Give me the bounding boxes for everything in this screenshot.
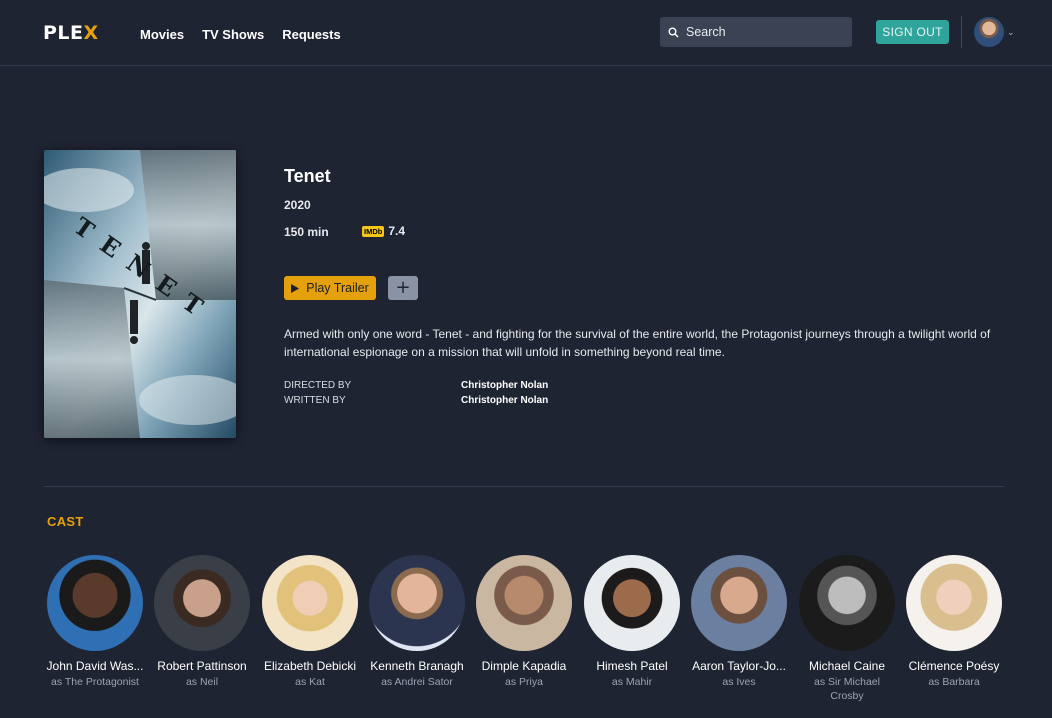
add-to-list-button[interactable]: + [388,276,418,300]
cast-member[interactable]: John David Was... as The Protagonist [44,555,146,689]
cast-photo[interactable] [154,555,250,651]
search-icon [668,27,679,37]
user-menu[interactable]: ⌄ [974,17,1015,47]
cast-role: as Kat [295,676,325,688]
cast-role: as Neil [185,676,219,688]
cast-photo[interactable] [906,555,1002,651]
movie-runtime: 150 min [284,225,329,239]
cast-name: Elizabeth Debicki [263,659,357,673]
cast-name: John David Was... [46,659,144,673]
cast-role: as Mahir [611,676,653,688]
cast-role: as Andrei Sator [381,676,453,688]
chevron-down-icon: ⌄ [1007,26,1015,37]
logo-text: PLE [43,22,84,44]
imdb-logo-icon: IMDb [362,225,385,237]
search-input[interactable] [686,25,846,39]
cast-photo[interactable] [584,555,680,651]
imdb-score: 7.4 [388,224,406,238]
cast-name: Kenneth Branagh [370,659,464,673]
top-navigation-bar: PLEX Movies TV Shows Requests SIGN OUT ⌄ [0,0,1052,66]
cast-name: Dimple Kapadia [481,659,567,673]
nav-requests[interactable]: Requests [282,27,341,42]
cast-photo[interactable] [47,555,143,651]
cast-role: as Barbara [928,676,980,688]
cast-role: as The Protagonist [51,676,139,688]
cast-member[interactable]: Elizabeth Debicki as Kat [259,555,361,689]
cast-member[interactable]: Robert Pattinson as Neil [151,555,253,689]
credits-list: DIRECTED BY Christopher Nolan WRITTEN BY… [284,378,548,408]
main-nav: Movies TV Shows Requests [140,27,341,42]
credit-label: WRITTEN BY [284,395,346,406]
cast-heading: CAST [47,514,84,529]
credit-value[interactable]: Christopher Nolan [461,378,548,393]
header-divider [961,16,962,48]
cast-role: as Priya [505,676,543,688]
cast-name: Aaron Taylor-Jo... [692,659,786,673]
cast-photo[interactable] [262,555,358,651]
movie-title: Tenet [284,166,331,186]
cast-photo[interactable] [691,555,787,651]
movie-overview: Armed with only one word - Tenet - and f… [284,327,991,359]
cast-role: as Ives [722,676,756,688]
user-avatar[interactable] [974,17,1004,47]
play-icon [291,283,300,293]
imdb-rating: IMDb 7.4 [362,224,405,238]
play-trailer-button[interactable]: Play Trailer [284,276,376,300]
cast-member[interactable]: Kenneth Branagh as Andrei Sator [366,555,468,689]
cast-member[interactable]: Dimple Kapadia as Priya [473,555,575,689]
play-trailer-label: Play Trailer [306,281,369,295]
cast-photo[interactable] [476,555,572,651]
cast-name: Robert Pattinson [157,659,247,673]
plex-logo[interactable]: PLEX [43,22,99,44]
movie-year: 2020 [284,198,311,212]
cast-member[interactable]: Himesh Patel as Mahir [581,555,683,689]
nav-tv-shows[interactable]: TV Shows [202,27,264,42]
section-divider [44,486,1004,487]
nav-movies[interactable]: Movies [140,27,184,42]
cast-name: Himesh Patel [596,659,668,673]
credit-label: DIRECTED BY [284,380,352,391]
cast-role: as Sir Michael Crosby [814,676,880,702]
cast-photo[interactable] [799,555,895,651]
cast-member[interactable]: Aaron Taylor-Jo... as Ives [688,555,790,689]
cast-name: Clémence Poésy [908,659,1000,673]
credit-row-writer: WRITTEN BY Christopher Nolan [284,393,548,408]
movie-poster: TENET [44,150,236,438]
cast-photo[interactable] [369,555,465,651]
logo-accent: X [83,22,99,44]
sign-out-button[interactable]: SIGN OUT [876,20,949,44]
credit-value[interactable]: Christopher Nolan [461,393,548,408]
search-box[interactable] [660,17,852,47]
cast-name: Michael Caine [808,659,886,673]
cast-member[interactable]: Michael Caine as Sir Michael Crosby [796,555,898,703]
cast-member[interactable]: Clémence Poésy as Barbara [903,555,1005,689]
credit-row-director: DIRECTED BY Christopher Nolan [284,378,548,393]
